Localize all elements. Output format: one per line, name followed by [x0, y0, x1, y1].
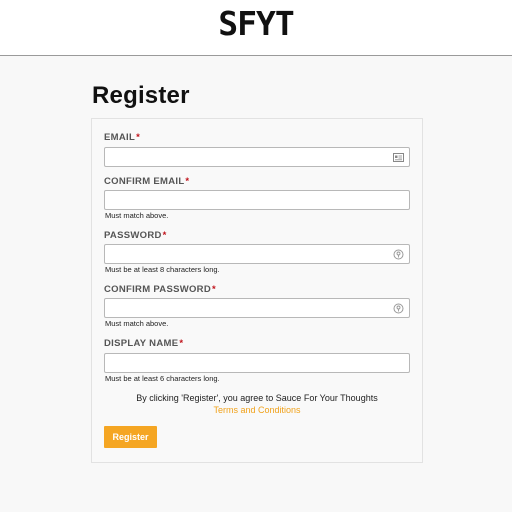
required-marker: *	[179, 338, 184, 349]
confirm-password-hint: Must match above.	[105, 319, 169, 328]
confirm-password-input[interactable]	[104, 298, 410, 318]
email-label-text: EMAIL	[104, 132, 136, 143]
password-hint: Must be at least 8 characters long.	[105, 265, 220, 274]
agreement-text: By clicking 'Register', you agree to Sau…	[136, 393, 378, 403]
password-key-icon[interactable]	[392, 248, 404, 260]
site-header: SFYT	[0, 0, 512, 56]
confirm-email-hint: Must match above.	[105, 211, 169, 220]
password-key-icon[interactable]	[392, 302, 404, 314]
confirm-email-input[interactable]	[104, 190, 410, 210]
password-label-text: PASSWORD	[104, 230, 162, 241]
required-marker: *	[185, 176, 190, 187]
password-input[interactable]	[104, 244, 410, 264]
display-name-hint: Must be at least 6 characters long.	[105, 374, 220, 383]
confirm-password-label-text: CONFIRM PASSWORD	[104, 284, 212, 295]
confirm-email-label: CONFIRM EMAIL*	[104, 176, 189, 188]
terms-and-conditions-link[interactable]: Terms and Conditions	[213, 405, 300, 415]
page-title: Register	[92, 82, 190, 109]
password-label: PASSWORD*	[104, 230, 167, 242]
display-name-label: DISPLAY NAME*	[104, 338, 183, 350]
terms-line: Terms and Conditions	[91, 404, 423, 416]
email-input[interactable]	[104, 147, 410, 167]
site-logo[interactable]: SFYT	[0, 6, 512, 42]
email-label: EMAIL*	[104, 132, 140, 144]
contact-card-icon[interactable]	[392, 151, 404, 163]
confirm-password-label: CONFIRM PASSWORD*	[104, 284, 216, 296]
required-marker: *	[136, 132, 141, 143]
confirm-email-label-text: CONFIRM EMAIL	[104, 176, 185, 187]
display-name-label-text: DISPLAY NAME	[104, 338, 179, 349]
required-marker: *	[162, 230, 167, 241]
register-button[interactable]: Register	[104, 426, 157, 448]
display-name-input[interactable]	[104, 353, 410, 373]
required-marker: *	[212, 284, 217, 295]
